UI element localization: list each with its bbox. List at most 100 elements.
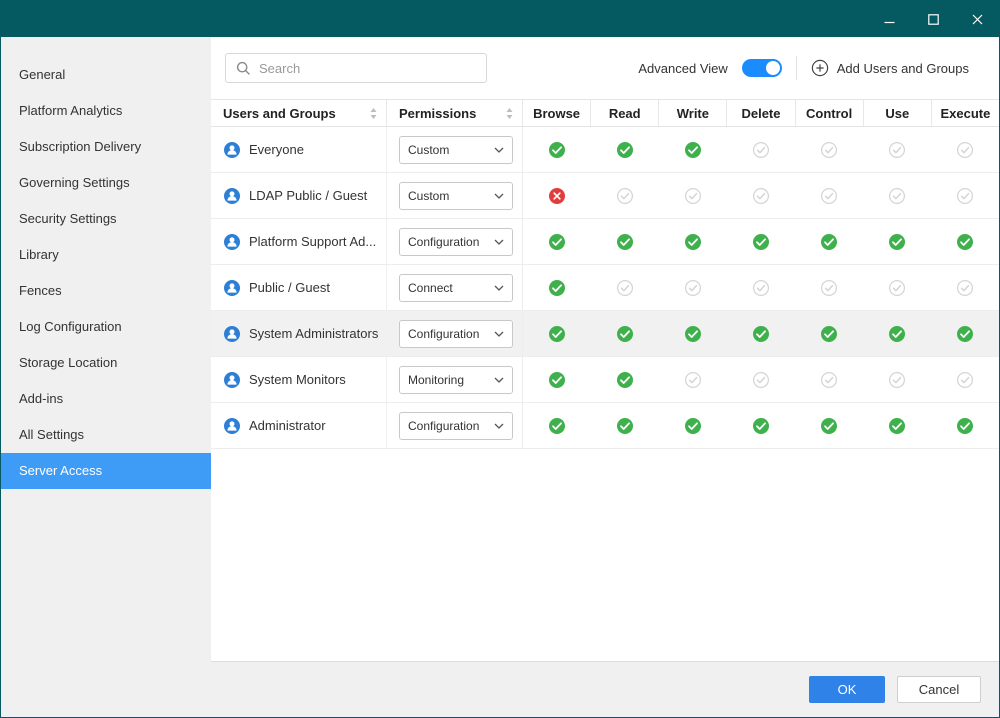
granted-check-icon[interactable] — [956, 325, 974, 343]
sidebar-item-security-settings[interactable]: Security Settings — [1, 201, 211, 237]
minimize-button[interactable] — [867, 1, 911, 37]
granted-check-icon[interactable] — [956, 233, 974, 251]
column-header-users-and-groups[interactable]: Users and Groups — [211, 100, 387, 126]
add-users-and-groups-button[interactable]: Add Users and Groups — [811, 59, 969, 77]
granted-check-icon[interactable] — [888, 233, 906, 251]
granted-check-icon[interactable] — [684, 325, 702, 343]
permission-cell: Monitoring — [387, 357, 523, 402]
advanced-view-toggle[interactable] — [742, 59, 782, 77]
cancel-button[interactable]: Cancel — [897, 676, 981, 703]
unchecked-circle-icon[interactable] — [820, 279, 838, 297]
unchecked-circle-icon[interactable] — [820, 371, 838, 389]
unchecked-circle-icon[interactable] — [820, 187, 838, 205]
unchecked-circle-icon[interactable] — [752, 279, 770, 297]
unchecked-circle-icon[interactable] — [888, 187, 906, 205]
sidebar-item-log-configuration[interactable]: Log Configuration — [1, 309, 211, 345]
granted-check-icon[interactable] — [752, 233, 770, 251]
granted-check-icon[interactable] — [548, 279, 566, 297]
granted-check-icon[interactable] — [888, 325, 906, 343]
granted-check-icon[interactable] — [684, 233, 702, 251]
table-row: Public / GuestConnect — [211, 265, 999, 311]
user-name: Platform Support Ad... — [249, 234, 376, 249]
granted-check-icon[interactable] — [548, 233, 566, 251]
unchecked-circle-icon[interactable] — [684, 279, 702, 297]
granted-check-icon[interactable] — [548, 141, 566, 159]
granted-check-icon[interactable] — [752, 417, 770, 435]
column-header-permissions[interactable]: Permissions — [387, 100, 523, 126]
unchecked-circle-icon[interactable] — [956, 187, 974, 205]
unchecked-circle-icon[interactable] — [616, 187, 634, 205]
sidebar-item-all-settings[interactable]: All Settings — [1, 417, 211, 453]
close-button[interactable] — [955, 1, 999, 37]
unchecked-circle-icon[interactable] — [752, 187, 770, 205]
sidebar-item-server-access[interactable]: Server Access — [1, 453, 211, 489]
sort-icon[interactable] — [505, 107, 514, 120]
permission-dropdown[interactable]: Configuration — [399, 412, 513, 440]
user-cell: Platform Support Ad... — [211, 219, 387, 264]
permission-value: Custom — [408, 143, 449, 157]
sidebar-item-platform-analytics[interactable]: Platform Analytics — [1, 93, 211, 129]
chevron-down-icon — [494, 147, 504, 153]
unchecked-circle-icon[interactable] — [888, 279, 906, 297]
sidebar-item-add-ins[interactable]: Add-ins — [1, 381, 211, 417]
granted-check-icon[interactable] — [548, 417, 566, 435]
unchecked-circle-icon[interactable] — [752, 371, 770, 389]
table-row: System MonitorsMonitoring — [211, 357, 999, 403]
unchecked-circle-icon[interactable] — [616, 279, 634, 297]
user-group-icon — [223, 187, 241, 205]
table-row: EveryoneCustom — [211, 127, 999, 173]
access-cell-write — [659, 311, 727, 356]
granted-check-icon[interactable] — [616, 141, 634, 159]
access-cell-delete — [727, 265, 795, 310]
sidebar-item-fences[interactable]: Fences — [1, 273, 211, 309]
permission-dropdown[interactable]: Monitoring — [399, 366, 513, 394]
granted-check-icon[interactable] — [956, 417, 974, 435]
column-header-use: Use — [864, 100, 932, 126]
granted-check-icon[interactable] — [888, 417, 906, 435]
unchecked-circle-icon[interactable] — [752, 141, 770, 159]
search-input[interactable] — [259, 61, 476, 76]
column-header-browse: Browse — [523, 100, 591, 126]
permission-dropdown[interactable]: Custom — [399, 182, 513, 210]
granted-check-icon[interactable] — [616, 417, 634, 435]
granted-check-icon[interactable] — [616, 371, 634, 389]
granted-check-icon[interactable] — [820, 325, 838, 343]
denied-x-icon[interactable] — [548, 187, 566, 205]
toggle-knob — [766, 61, 780, 75]
permission-dropdown[interactable]: Configuration — [399, 228, 513, 256]
unchecked-circle-icon[interactable] — [888, 371, 906, 389]
access-cell-read — [591, 403, 659, 448]
granted-check-icon[interactable] — [616, 325, 634, 343]
permission-dropdown[interactable]: Connect — [399, 274, 513, 302]
granted-check-icon[interactable] — [548, 371, 566, 389]
permission-dropdown[interactable]: Configuration — [399, 320, 513, 348]
ok-button[interactable]: OK — [809, 676, 885, 703]
sidebar-item-general[interactable]: General — [1, 57, 211, 93]
permission-dropdown[interactable]: Custom — [399, 136, 513, 164]
sidebar-item-library[interactable]: Library — [1, 237, 211, 273]
sidebar-item-governing-settings[interactable]: Governing Settings — [1, 165, 211, 201]
granted-check-icon[interactable] — [616, 233, 634, 251]
toolbar: Advanced View Add Users and Groups — [211, 37, 999, 99]
unchecked-circle-icon[interactable] — [956, 279, 974, 297]
permission-value: Custom — [408, 189, 449, 203]
unchecked-circle-icon[interactable] — [684, 371, 702, 389]
unchecked-circle-icon[interactable] — [684, 187, 702, 205]
access-cell-use — [863, 403, 931, 448]
granted-check-icon[interactable] — [820, 417, 838, 435]
unchecked-circle-icon[interactable] — [888, 141, 906, 159]
granted-check-icon[interactable] — [752, 325, 770, 343]
granted-check-icon[interactable] — [548, 325, 566, 343]
access-cell-write — [659, 127, 727, 172]
granted-check-icon[interactable] — [684, 141, 702, 159]
sidebar-item-subscription-delivery[interactable]: Subscription Delivery — [1, 129, 211, 165]
maximize-button[interactable] — [911, 1, 955, 37]
unchecked-circle-icon[interactable] — [956, 371, 974, 389]
unchecked-circle-icon[interactable] — [820, 141, 838, 159]
sidebar-item-storage-location[interactable]: Storage Location — [1, 345, 211, 381]
unchecked-circle-icon[interactable] — [956, 141, 974, 159]
granted-check-icon[interactable] — [684, 417, 702, 435]
toolbar-right: Advanced View Add Users and Groups — [638, 56, 969, 80]
granted-check-icon[interactable] — [820, 233, 838, 251]
sort-icon[interactable] — [369, 107, 378, 120]
